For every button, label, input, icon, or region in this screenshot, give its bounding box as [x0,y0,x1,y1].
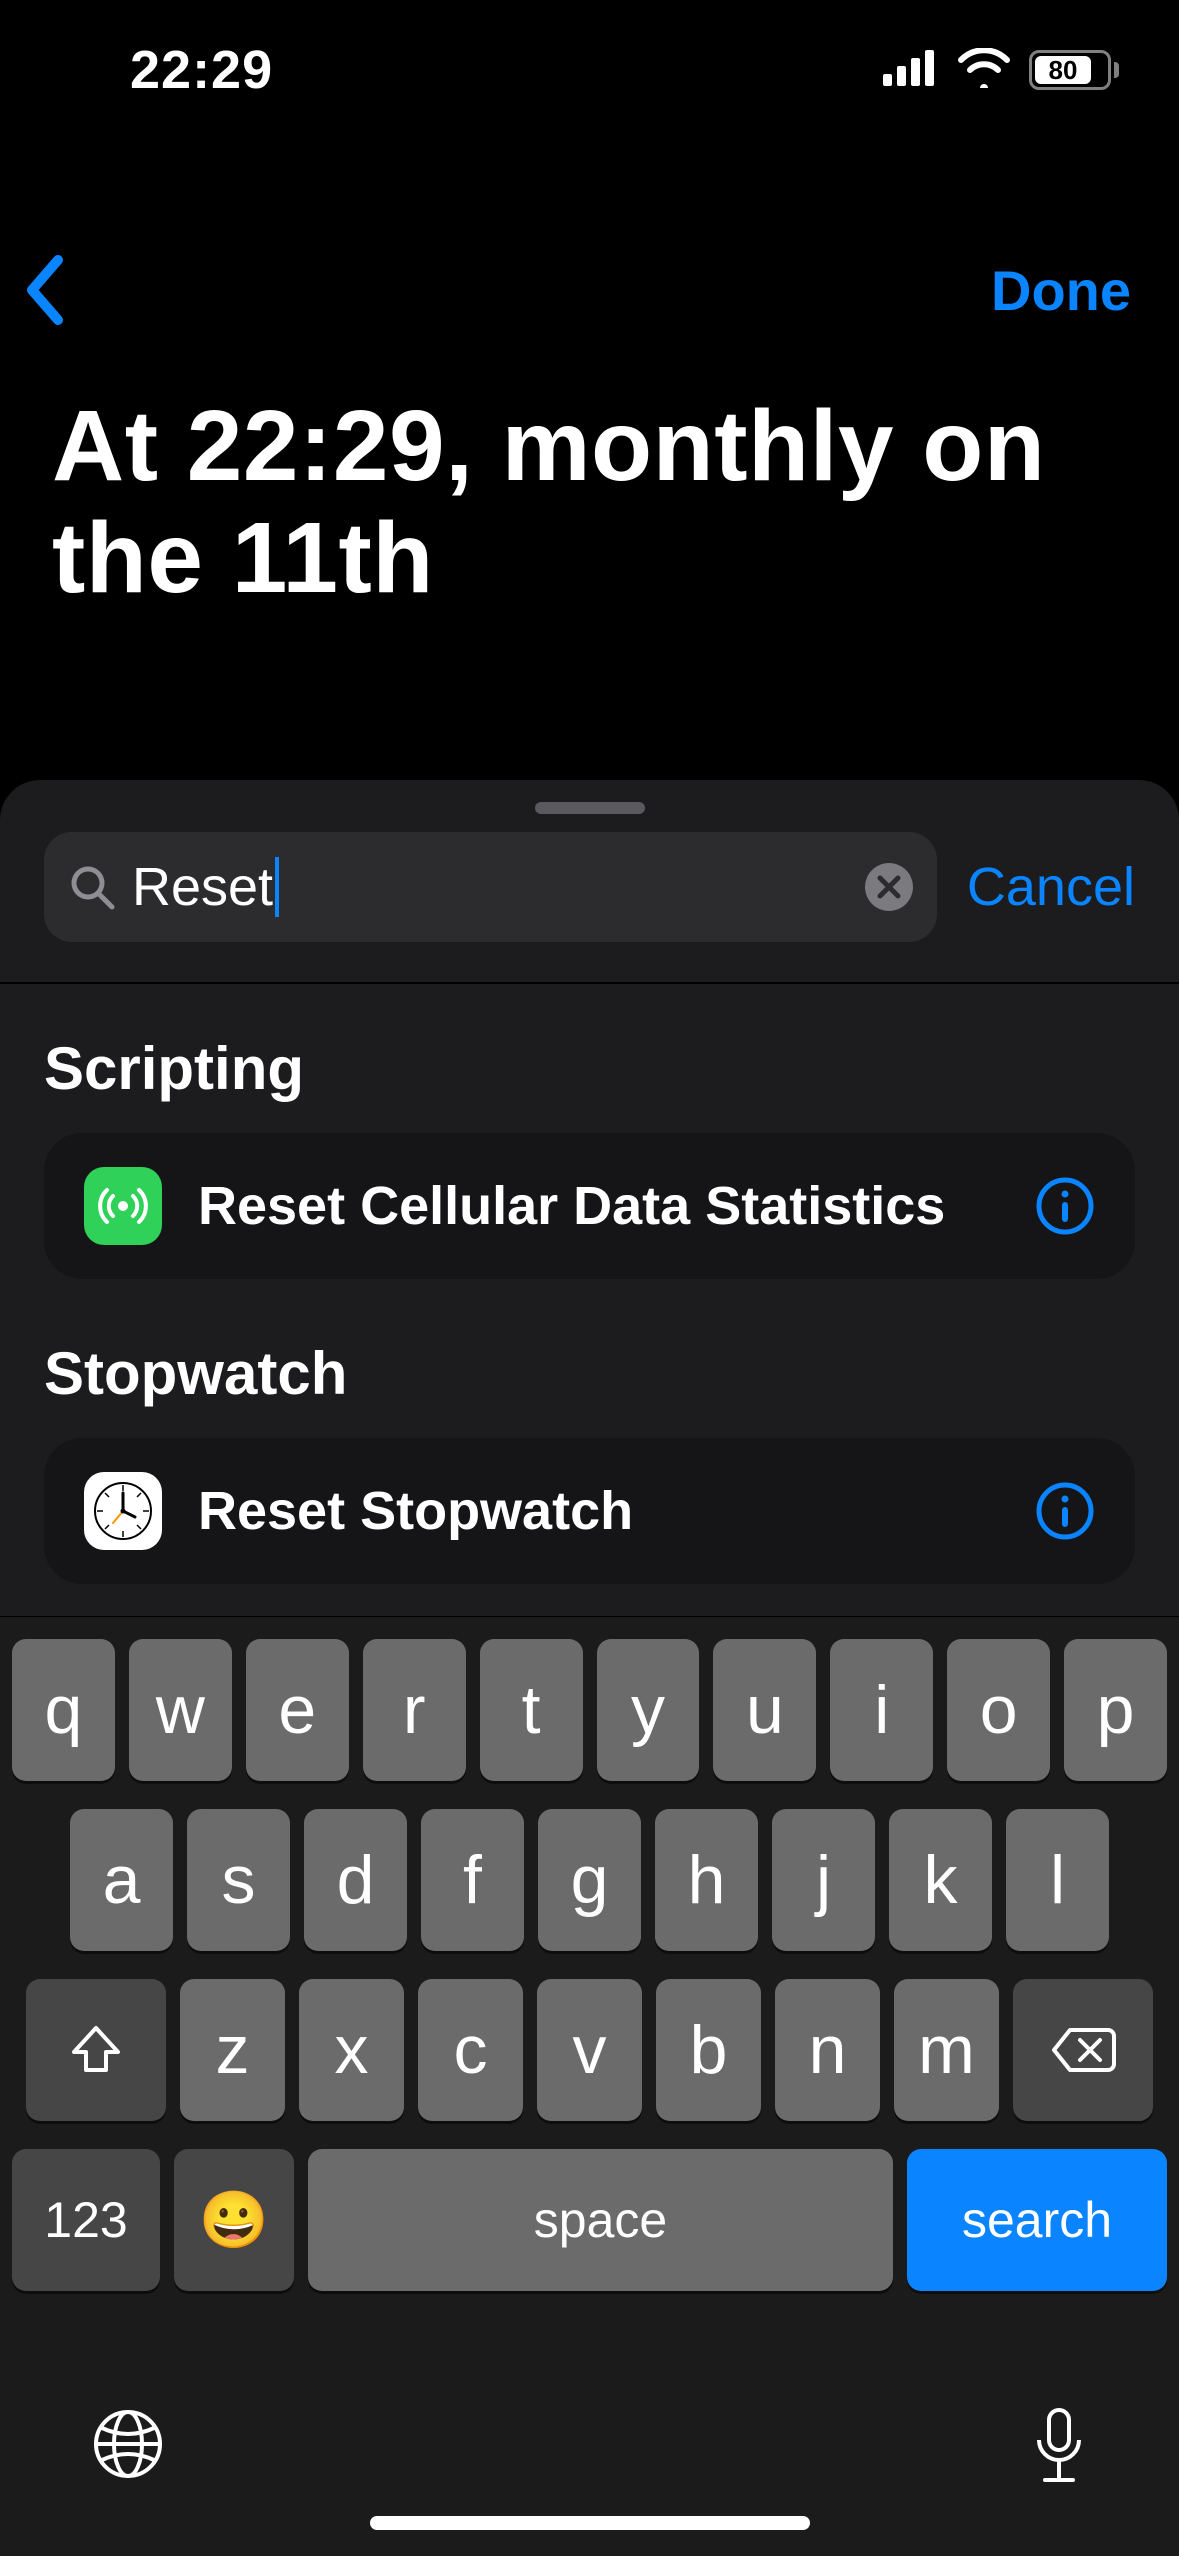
search-icon [68,863,116,911]
actions-search-sheet: Reset Cancel Scripting [0,780,1179,2556]
status-bar: 22:29 80 [0,0,1179,140]
dictation-key[interactable] [1029,2406,1089,2495]
backspace-key[interactable] [1013,1979,1153,2121]
search-value: Reset [132,856,849,918]
backspace-icon [1050,2026,1116,2074]
keyboard-row-4: 123 😀 space search [12,2149,1167,2291]
key-j[interactable]: j [772,1809,875,1951]
search-input[interactable]: Reset [44,832,937,942]
emoji-key[interactable]: 😀 [174,2149,294,2291]
wifi-icon [957,48,1011,93]
shift-key[interactable] [26,1979,166,2121]
key-h[interactable]: h [655,1809,758,1951]
search-results: Scripting Reset Cellular Data Statistics [0,984,1179,1584]
action-reset-cellular[interactable]: Reset Cellular Data Statistics [44,1133,1135,1279]
home-indicator[interactable] [370,2516,810,2530]
key-r[interactable]: r [363,1639,466,1781]
key-w[interactable]: w [129,1639,232,1781]
cellular-icon [84,1167,162,1245]
battery-level: 80 [1035,56,1091,84]
action-reset-stopwatch[interactable]: Reset Stopwatch [44,1438,1135,1584]
back-button[interactable] [20,250,70,330]
info-icon [1035,1176,1095,1236]
space-key[interactable]: space [308,2149,893,2291]
numeric-key[interactable]: 123 [12,2149,160,2291]
key-l[interactable]: l [1006,1809,1109,1951]
sheet-grabber[interactable] [535,802,645,814]
globe-key[interactable] [90,2406,166,2487]
key-q[interactable]: q [12,1639,115,1781]
key-a[interactable]: a [70,1809,173,1951]
key-x[interactable]: x [299,1979,404,2121]
key-t[interactable]: t [480,1639,583,1781]
microphone-icon [1029,2406,1089,2490]
search-key[interactable]: search [907,2149,1167,2291]
key-k[interactable]: k [889,1809,992,1951]
info-button[interactable] [1035,1176,1095,1236]
page-title: At 22:29, monthly on the 11th [0,350,1179,694]
keyboard-row-2: asdfghjkl [12,1809,1167,1951]
key-d[interactable]: d [304,1809,407,1951]
key-v[interactable]: v [537,1979,642,2121]
emoji-icon: 😀 [199,2187,269,2253]
info-button[interactable] [1035,1481,1095,1541]
key-z[interactable]: z [180,1979,285,2121]
keyboard-row-3: zxcvbnm [12,1979,1167,2121]
status-right: 80 [883,48,1119,93]
action-label: Reset Cellular Data Statistics [198,1174,999,1239]
key-u[interactable]: u [713,1639,816,1781]
x-icon [876,874,902,900]
status-time: 22:29 [130,39,273,101]
key-f[interactable]: f [421,1809,524,1951]
key-o[interactable]: o [947,1639,1050,1781]
section-title-stopwatch: Stopwatch [44,1339,1135,1408]
key-m[interactable]: m [894,1979,999,2121]
keyboard: qwertyuiop asdfghjkl zxcvbnm [0,1616,1179,2556]
search-row: Reset Cancel [0,832,1179,982]
automation-sheet: Done At 22:29, monthly on the 11th Reset [0,190,1179,2556]
clock-icon [84,1472,162,1550]
info-icon [1035,1481,1095,1541]
battery-indicator: 80 [1029,50,1119,90]
key-g[interactable]: g [538,1809,641,1951]
done-button[interactable]: Done [991,258,1131,323]
key-n[interactable]: n [775,1979,880,2121]
globe-icon [90,2406,166,2482]
section-title-scripting: Scripting [44,1034,1135,1103]
key-s[interactable]: s [187,1809,290,1951]
shift-icon [68,2022,124,2078]
key-e[interactable]: e [246,1639,349,1781]
clear-search-button[interactable] [865,863,913,911]
key-b[interactable]: b [656,1979,761,2121]
nav-bar: Done [0,190,1179,350]
cellular-signal-icon [883,50,939,91]
action-label: Reset Stopwatch [198,1479,999,1544]
cancel-search-button[interactable]: Cancel [967,856,1135,918]
keyboard-row-1: qwertyuiop [12,1639,1167,1781]
key-y[interactable]: y [597,1639,700,1781]
key-i[interactable]: i [830,1639,933,1781]
key-p[interactable]: p [1064,1639,1167,1781]
key-c[interactable]: c [418,1979,523,2121]
